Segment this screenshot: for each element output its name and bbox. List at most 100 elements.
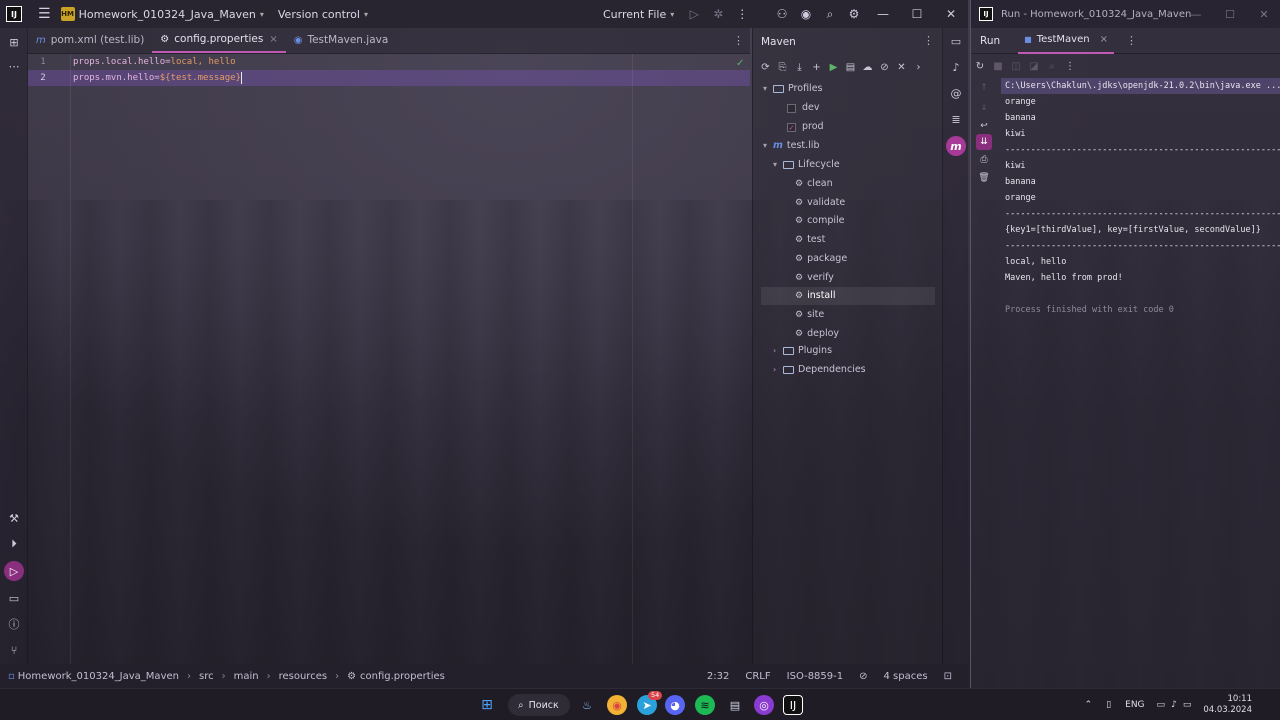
down-arrow-icon[interactable]: ↓ xyxy=(976,100,992,116)
generate-sources-icon[interactable]: ⎘ xyxy=(774,62,791,73)
breadcrumb-item[interactable]: src xyxy=(199,671,214,682)
add-user-icon[interactable]: ⚇ xyxy=(770,0,794,28)
add-icon[interactable]: + xyxy=(808,62,825,73)
main-menu-icon[interactable]: ☰ xyxy=(38,0,51,28)
run-icon[interactable]: ▷ xyxy=(682,0,706,28)
language-indicator[interactable]: ENG xyxy=(1125,700,1144,710)
lifecycle-phase-validate[interactable]: ⚙ validate xyxy=(795,194,845,212)
tab-testmaven[interactable]: ■ TestMaven × xyxy=(1018,28,1114,54)
lifecycle-phase-verify[interactable]: ⚙ verify xyxy=(795,269,834,287)
lifecycle-phase-package[interactable]: ⚙ package xyxy=(795,250,847,268)
skip-tests-icon[interactable]: ⊘ xyxy=(876,62,893,73)
lifecycle-node[interactable]: ▾ Lifecycle xyxy=(773,156,840,174)
more-vertical-icon[interactable]: ⋮ xyxy=(1061,61,1079,72)
rerun-icon[interactable]: ↻ xyxy=(971,61,989,72)
steam-icon[interactable]: ♨ xyxy=(577,695,597,715)
lifecycle-phase-install[interactable]: ⚙ install xyxy=(761,287,935,306)
console-output[interactable]: C:\Users\Chaklun\.jdks\openjdk-21.0.2\bi… xyxy=(1001,78,1280,318)
expand-more-icon[interactable]: › xyxy=(910,62,927,73)
project-selector[interactable]: Homework_010324_Java_Maven ▾ xyxy=(79,0,264,28)
lifecycle-phase-test[interactable]: ⚙ test xyxy=(795,231,825,249)
settings-gear-icon[interactable]: ⚙ xyxy=(842,0,866,28)
tab-pom-xml[interactable]: m pom.xml (test.lib) xyxy=(28,27,152,53)
execute-goal-icon[interactable]: ▤ xyxy=(842,62,859,73)
close-button[interactable]: ✕ xyxy=(1247,0,1280,28)
spotify-icon[interactable]: ≋ xyxy=(695,695,715,715)
profiles-node[interactable]: ▾ Profiles xyxy=(763,80,823,98)
collapse-icon[interactable]: ✕ xyxy=(893,62,910,73)
breadcrumb-item[interactable]: Homework_010324_Java_Maven xyxy=(18,671,179,682)
indent-setting[interactable]: 4 spaces xyxy=(884,671,928,682)
ai-assistant-icon[interactable]: ◉ xyxy=(794,0,818,28)
database-icon[interactable]: ≣ xyxy=(946,109,966,129)
snapshot-icon[interactable]: ◫ xyxy=(1007,61,1025,72)
volume-icon[interactable]: ♪ xyxy=(1171,700,1177,710)
notepad-icon[interactable]: ▤ xyxy=(725,695,745,715)
maven-tool-icon[interactable]: m xyxy=(946,136,966,156)
network-icon[interactable]: ▭ xyxy=(1157,700,1166,710)
soft-wrap-icon[interactable]: ↩ xyxy=(976,118,992,134)
lifecycle-phase-deploy[interactable]: ⚙ deploy xyxy=(795,325,839,343)
github-icon[interactable]: ◎ xyxy=(754,695,774,715)
ai-spiral-icon[interactable]: @ xyxy=(946,83,966,103)
breadcrumb-item[interactable]: resources xyxy=(279,671,327,682)
restore-layout-icon[interactable]: ◪ xyxy=(1025,61,1043,72)
run-maven-icon[interactable]: ▶ xyxy=(825,62,842,73)
minimize-button[interactable]: — xyxy=(866,0,900,28)
plugins-node[interactable]: › Plugins xyxy=(773,342,832,360)
run-options-icon[interactable]: ⋮ xyxy=(1126,34,1137,47)
run-tool-icon[interactable]: ▷ xyxy=(4,561,24,581)
print-icon[interactable]: ⎙ xyxy=(976,152,992,168)
windows-start-icon[interactable]: ⊞ xyxy=(477,695,497,715)
readonly-toggle-icon[interactable]: ⊘ xyxy=(859,671,867,682)
chrome-icon[interactable]: ◉ xyxy=(607,695,627,715)
lock-icon[interactable]: ⊡ xyxy=(944,671,952,682)
build-hammer-icon[interactable]: ⚒ xyxy=(4,508,24,528)
notifications-bell-icon[interactable]: ♪ xyxy=(946,57,966,77)
tray-expand-icon[interactable]: ⌃ xyxy=(1085,700,1093,710)
intellij-taskbar-icon[interactable]: IJ xyxy=(783,695,803,715)
breadcrumb-item[interactable]: main xyxy=(234,671,259,682)
offline-mode-icon[interactable]: ☁ xyxy=(859,62,876,73)
lifecycle-phase-site[interactable]: ⚙ site xyxy=(795,306,824,324)
maven-options-icon[interactable]: ⋮ xyxy=(923,34,934,47)
intellij-logo-icon[interactable]: IJ xyxy=(6,6,22,22)
profile-prod[interactable]: ✓ prod xyxy=(787,118,824,136)
maximize-button[interactable]: ☐ xyxy=(900,0,934,28)
battery-icon[interactable]: ▯ xyxy=(1106,700,1111,710)
scroll-to-end-icon[interactable]: ⇊ xyxy=(976,134,992,150)
close-button[interactable]: ✕ xyxy=(934,0,968,28)
version-control-menu[interactable]: Version control ▾ xyxy=(278,0,368,28)
tabs-more-icon[interactable]: ⋮ xyxy=(733,34,744,47)
debug-icon[interactable]: ✲ xyxy=(706,0,730,28)
more-tools-icon[interactable]: ⋯ xyxy=(4,56,24,76)
tab-testmaven-java[interactable]: ◉ TestMaven.java xyxy=(286,27,397,53)
profile-checkbox[interactable]: ✓ xyxy=(787,122,796,132)
power-icon[interactable]: ▭ xyxy=(1183,700,1192,710)
file-encoding[interactable]: ISO-8859-1 xyxy=(787,671,843,682)
run-config-selector[interactable]: Current File ▾ ▷ ✲ ⋮ xyxy=(603,0,754,28)
minimize-button[interactable]: — xyxy=(1179,0,1213,28)
project-node[interactable]: ▾ m test.lib xyxy=(763,137,819,155)
tab-config-properties[interactable]: ⚙ config.properties × xyxy=(152,27,286,53)
trash-icon[interactable]: 🗑 xyxy=(976,170,992,186)
cursor-position[interactable]: 2:32 xyxy=(707,671,729,682)
up-arrow-icon[interactable]: ↑ xyxy=(976,80,992,96)
no-problems-check-icon[interactable]: ✓ xyxy=(736,58,744,69)
project-structure-icon[interactable]: ⊞ xyxy=(4,32,24,52)
code-editor[interactable]: props.local.hello=local, hello props.mvn… xyxy=(70,54,750,664)
reload-icon[interactable]: ⟳ xyxy=(757,62,774,73)
line-separator[interactable]: CRLF xyxy=(745,671,770,682)
services-run-icon[interactable]: ⏵ xyxy=(4,534,24,554)
discord-icon[interactable]: ◕ xyxy=(665,695,685,715)
stop-icon[interactable]: ■ xyxy=(989,61,1007,72)
search-icon[interactable]: ⌕ xyxy=(818,0,842,28)
terminal-icon[interactable]: ▭ xyxy=(4,588,24,608)
download-icon[interactable]: ⤓ xyxy=(791,62,808,73)
git-branch-icon[interactable]: ⑂ xyxy=(4,640,24,660)
more-vertical-icon[interactable]: ⋮ xyxy=(730,0,754,28)
problems-icon[interactable]: ⓘ xyxy=(4,614,24,634)
maximize-button[interactable]: ☐ xyxy=(1213,0,1247,28)
dependencies-node[interactable]: › Dependencies xyxy=(773,361,866,379)
profile-dev[interactable]: dev xyxy=(787,99,820,117)
